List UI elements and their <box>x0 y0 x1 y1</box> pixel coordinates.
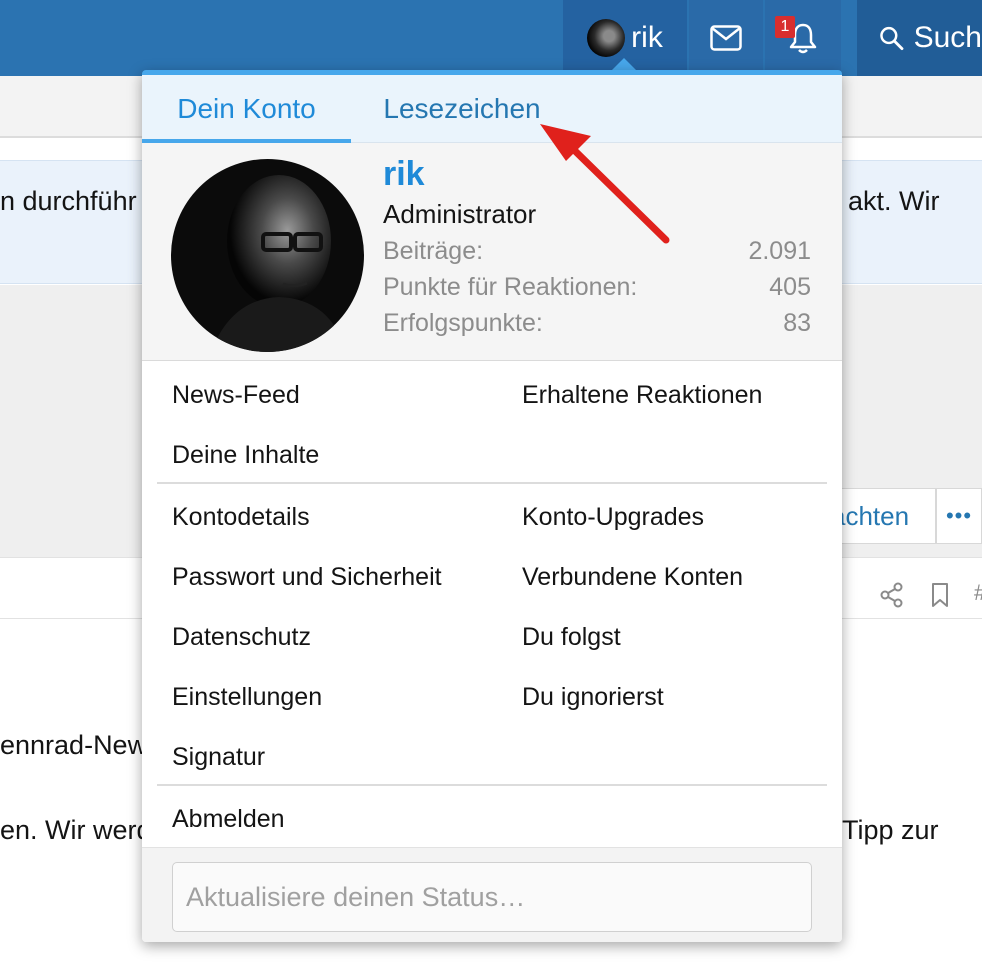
stat-value: 405 <box>769 273 811 301</box>
profile-username[interactable]: rik <box>383 155 425 194</box>
more-options-button[interactable]: ••• <box>936 488 982 544</box>
dropdown-caret <box>612 58 636 70</box>
link-reactions-received[interactable]: Erhaltene Reaktionen <box>522 381 762 410</box>
profile-role: Administrator <box>383 199 537 229</box>
envelope-icon <box>710 25 742 51</box>
link-logout[interactable]: Abmelden <box>172 805 285 834</box>
status-update-area <box>142 847 842 942</box>
dropdown-tabs: Dein Konto Lesezeichen <box>142 75 842 143</box>
avatar-portrait-image <box>171 159 364 352</box>
link-password-security[interactable]: Passwort und Sicherheit <box>172 563 442 592</box>
search-label: Such <box>913 21 982 54</box>
post-text-line1: ennrad-New <box>0 730 148 760</box>
post-text-line2-left: en. Wir werd <box>0 815 152 845</box>
inbox-button[interactable] <box>689 0 763 76</box>
notice-text-left: n durchführ <box>0 186 137 216</box>
stat-label: Punkte für Reaktionen: <box>383 273 638 301</box>
link-your-content[interactable]: Deine Inhalte <box>172 441 319 470</box>
link-account-details[interactable]: Kontodetails <box>172 503 310 532</box>
link-ignoring[interactable]: Du ignorierst <box>522 683 664 712</box>
profile-summary: rik Administrator Beiträge: 2.091 Punkte… <box>142 143 842 361</box>
share-icon[interactable] <box>880 582 904 608</box>
bookmark-icon[interactable] <box>930 582 950 608</box>
notification-badge: 1 <box>775 16 795 38</box>
link-following[interactable]: Du folgst <box>522 623 621 652</box>
user-avatar-small <box>587 19 626 57</box>
stat-value: 2.091 <box>748 237 811 265</box>
alerts-button[interactable] <box>765 0 841 76</box>
stat-reaction-score: Punkte für Reaktionen: 405 <box>383 273 811 302</box>
stat-trophy-points: Erfolgspunkte: 83 <box>383 309 811 338</box>
menu-separator <box>157 784 827 786</box>
stat-value: 83 <box>783 309 811 337</box>
tab-bookmarks[interactable]: Lesezeichen <box>372 75 552 143</box>
account-username: rik <box>631 21 663 54</box>
search-button[interactable]: Such <box>857 0 982 76</box>
post-permalink-hash[interactable]: # <box>974 580 982 606</box>
link-news-feed[interactable]: News-Feed <box>172 381 300 410</box>
stat-label: Erfolgspunkte: <box>383 309 543 337</box>
post-text-line2-right: Tipp zur <box>842 815 939 845</box>
menu-separator <box>157 482 827 484</box>
tab-your-account[interactable]: Dein Konto <box>142 75 351 143</box>
link-account-upgrades[interactable]: Konto-Upgrades <box>522 503 704 532</box>
stat-label: Beiträge: <box>383 237 484 265</box>
account-dropdown: Dein Konto Lesezeichen rik Administrator… <box>142 70 842 942</box>
link-privacy[interactable]: Datenschutz <box>172 623 311 652</box>
link-preferences[interactable]: Einstellungen <box>172 683 322 712</box>
status-input[interactable] <box>172 862 812 932</box>
search-icon <box>880 26 904 51</box>
link-connected-accounts[interactable]: Verbundene Konten <box>522 563 743 592</box>
watch-button[interactable]: achten <box>826 488 936 544</box>
stat-posts: Beiträge: 2.091 <box>383 237 811 266</box>
link-signature[interactable]: Signatur <box>172 743 265 772</box>
profile-avatar[interactable] <box>171 159 364 352</box>
notice-text-right: akt. Wir <box>848 186 940 216</box>
